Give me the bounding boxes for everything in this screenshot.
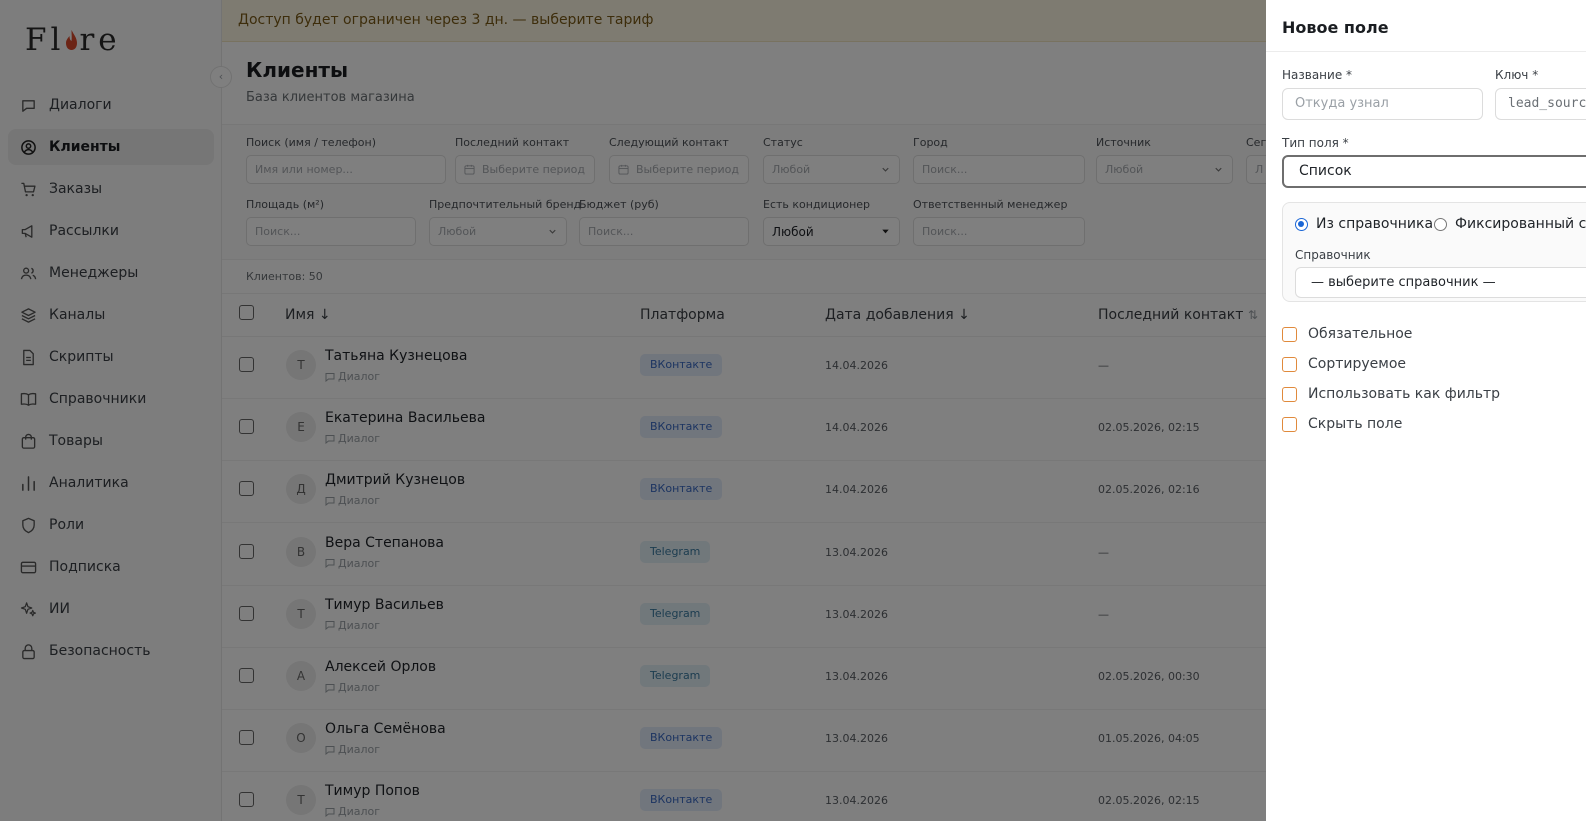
field-name-input[interactable]: Откуда узнал — [1282, 88, 1483, 120]
radio-dot — [1434, 217, 1447, 231]
list-source-box: Из справочника Фиксированный список Спра… — [1282, 202, 1586, 302]
option-label: Обязательное — [1308, 326, 1413, 342]
checkbox[interactable] — [1282, 326, 1297, 342]
radio-from-dictionary[interactable]: Из справочника — [1295, 216, 1433, 232]
option-checkbox-2[interactable]: Использовать как фильтр — [1282, 386, 1500, 402]
radio-from-dictionary-label: Из справочника — [1316, 216, 1434, 232]
radio-fixed-list-label: Фиксированный список — [1455, 216, 1586, 232]
radio-dot-checked — [1295, 217, 1308, 231]
checkbox[interactable] — [1282, 386, 1297, 402]
dictionary-label: Справочник — [1295, 248, 1371, 262]
field-key-label: Ключ * — [1495, 68, 1539, 82]
dictionary-select[interactable]: — выберите справочник — — [1295, 267, 1586, 298]
radio-fixed-list[interactable]: Фиксированный список — [1434, 216, 1586, 232]
drawer-title: Новое поле — [1266, 0, 1586, 52]
option-label: Скрыть поле — [1308, 416, 1403, 432]
option-label: Использовать как фильтр — [1308, 386, 1501, 402]
field-type-select[interactable]: Список — [1282, 155, 1586, 188]
field-name-label: Название * — [1282, 68, 1353, 82]
modal-overlay[interactable] — [0, 0, 1266, 821]
new-field-drawer: Новое поле Название * Откуда узнал Ключ … — [1266, 0, 1586, 821]
checkbox[interactable] — [1282, 416, 1297, 432]
option-label: Сортируемое — [1308, 356, 1407, 372]
field-key-input[interactable]: lead_source — [1495, 88, 1586, 120]
checkbox[interactable] — [1282, 356, 1297, 372]
option-checkbox-3[interactable]: Скрыть поле — [1282, 416, 1402, 432]
field-type-label: Тип поля * — [1282, 136, 1349, 150]
option-checkbox-0[interactable]: Обязательное — [1282, 326, 1412, 342]
option-checkbox-1[interactable]: Сортируемое — [1282, 356, 1406, 372]
